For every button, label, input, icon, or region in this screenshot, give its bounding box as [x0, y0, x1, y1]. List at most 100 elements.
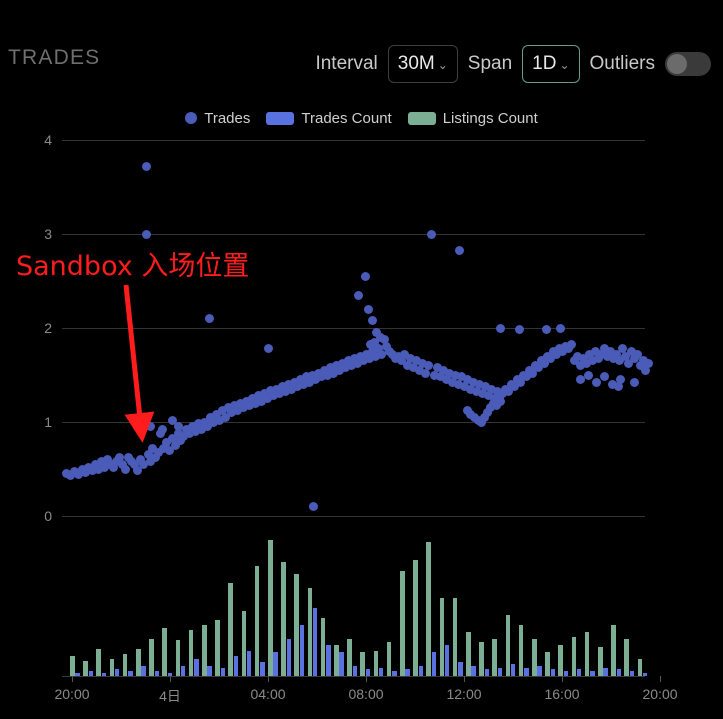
bar-trades — [260, 662, 265, 676]
bar-listings — [386, 642, 392, 676]
bar-trades — [114, 669, 120, 676]
bar-listings — [202, 625, 207, 676]
scatter-point — [591, 378, 601, 388]
bar-trades — [273, 652, 278, 676]
x-axis-tick-label: 4日 — [159, 688, 181, 704]
bar-trades — [484, 669, 489, 676]
bar-trades — [233, 655, 239, 676]
bar-listings — [413, 560, 418, 676]
bar-trades — [431, 652, 437, 676]
scatter-point — [145, 422, 155, 432]
bar-listings — [360, 652, 365, 676]
x-axis-line — [62, 676, 645, 677]
bar-listings — [175, 640, 181, 676]
bar-listings — [426, 541, 431, 676]
bar-listings — [268, 540, 273, 676]
scatter-point — [157, 425, 167, 435]
trades-panel: TRADES Interval 30M ⌄ Span 1D ⌄ Outliers… — [0, 0, 723, 719]
bar-trades — [444, 645, 450, 676]
scatter-point — [454, 246, 464, 256]
y-axis-tick-label: 3 — [44, 226, 52, 242]
x-axis-tick-label: 12:00 — [446, 686, 482, 702]
scatter-point — [566, 340, 576, 350]
scatter-point — [141, 229, 151, 239]
bar-trades — [339, 652, 344, 676]
bar-listings — [241, 611, 247, 676]
bar-listings — [122, 653, 128, 676]
scatter-point — [360, 271, 370, 281]
bar-trades — [246, 650, 252, 676]
bar-trades — [180, 665, 186, 676]
annotation-label: Sandbox 入场位置 — [16, 251, 250, 282]
x-axis-tick — [660, 676, 661, 682]
bar-listings — [334, 645, 339, 676]
scatter-point — [514, 325, 524, 335]
bar-listings — [558, 645, 563, 676]
bar-listings — [479, 642, 484, 676]
scatter-point — [599, 372, 609, 382]
scatter-point — [141, 161, 151, 171]
bar-listings — [439, 597, 445, 676]
bar-trades — [207, 665, 212, 676]
bar-listings — [320, 618, 326, 676]
bar-listings — [571, 636, 577, 676]
bar-trades — [352, 665, 357, 676]
bar-trades — [510, 664, 516, 676]
bar-trades — [299, 625, 305, 676]
bar-listings — [637, 659, 643, 676]
bar-listings — [188, 630, 194, 676]
bar-trades — [141, 665, 146, 676]
bar-listings — [215, 619, 220, 676]
bar-listings — [162, 628, 167, 676]
bar-trades — [365, 669, 371, 676]
bar-listings — [611, 625, 616, 676]
bar-listings — [281, 562, 286, 676]
bar-trades — [550, 669, 555, 676]
scatter-point — [369, 337, 379, 347]
bar-listings — [83, 660, 88, 676]
bar-listings — [136, 648, 141, 676]
bar-listings — [452, 597, 458, 676]
scatter-point — [495, 323, 505, 333]
bar-trades — [471, 665, 476, 676]
x-axis-tick — [170, 676, 171, 682]
bar-trades — [537, 665, 542, 676]
gridline-y-0 — [62, 516, 645, 517]
bar-listings — [492, 638, 497, 676]
bar-trades — [603, 667, 608, 676]
scatter-point — [308, 502, 318, 512]
bar-trades — [194, 659, 199, 676]
x-axis-tick — [268, 676, 269, 682]
x-axis-tick — [72, 676, 73, 682]
bar-listings — [70, 655, 75, 676]
bar-trades — [576, 669, 582, 676]
y-axis-tick-label: 4 — [44, 132, 52, 148]
scatter-point — [607, 379, 617, 389]
bar-trades — [524, 667, 529, 676]
bar-trades — [220, 667, 225, 676]
scatter-point — [555, 323, 565, 333]
x-axis-tick-label: 04:00 — [250, 686, 286, 702]
bar-listings — [532, 638, 537, 676]
bar-trades — [458, 662, 463, 676]
scatter-point — [643, 359, 653, 369]
bar-trades — [286, 638, 291, 676]
x-axis-tick-label: 20:00 — [54, 686, 90, 702]
scatter-point — [615, 375, 625, 385]
scatter-point — [541, 325, 551, 335]
x-axis-tick-label: 20:00 — [642, 686, 678, 702]
bar-listings — [294, 574, 299, 676]
scatter-point — [629, 378, 639, 388]
bar-trades — [418, 665, 423, 676]
bar-listings — [373, 650, 379, 676]
y-axis-tick-label: 0 — [44, 508, 52, 524]
scatter-point — [367, 315, 377, 325]
bar-listings — [307, 587, 313, 676]
x-axis-tick-label: 16:00 — [544, 686, 580, 702]
bar-trades — [405, 669, 410, 676]
bar-listings — [598, 647, 603, 676]
bar-listings — [149, 638, 154, 676]
bar-listings — [96, 648, 101, 676]
bar-listings — [584, 631, 590, 676]
bar-trades — [616, 669, 621, 676]
